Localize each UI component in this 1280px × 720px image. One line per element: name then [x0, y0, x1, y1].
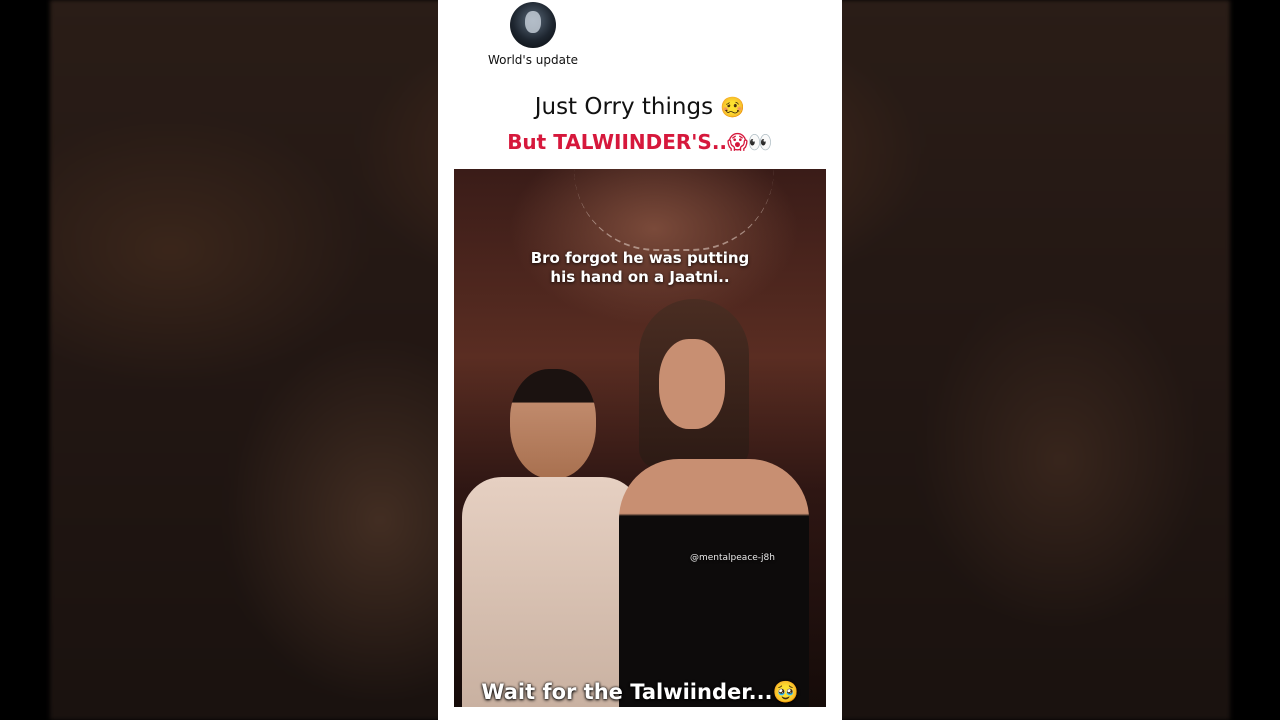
chandelier-decoration	[574, 169, 774, 251]
video-watermark: @mentalpeace-j8h	[690, 553, 775, 563]
channel-header[interactable]: World's update	[488, 2, 578, 67]
video-caption-top: Bro forgot he was putting his hand on a …	[454, 249, 826, 287]
avatar-face-shape	[525, 11, 541, 33]
man-head	[510, 369, 596, 479]
man-figure	[462, 369, 642, 707]
subheadline-text: But TALWIINDER'S..	[507, 130, 728, 154]
video-frame[interactable]: Bro forgot he was putting his hand on a …	[454, 169, 826, 707]
short-video-panel[interactable]: World's update Just Orry things 🥴 But TA…	[438, 0, 842, 720]
post-headline: Just Orry things 🥴	[438, 94, 842, 120]
post-subheadline: But TALWIINDER'S..😱👀	[438, 130, 842, 154]
woman-dress	[619, 459, 809, 707]
caption-top-line-2: his hand on a Jaatni..	[550, 268, 730, 286]
headline-text: Just Orry things	[534, 94, 714, 120]
man-shirt	[462, 477, 642, 707]
caption-top-line-1: Bro forgot he was putting	[530, 249, 750, 267]
pleading-face-emoji-icon: 🥹	[772, 680, 799, 704]
channel-name[interactable]: World's update	[488, 53, 578, 67]
woman-face	[659, 339, 725, 429]
video-caption-bottom: Wait for the Talwiinder...🥹	[454, 680, 826, 705]
woman-figure	[619, 299, 819, 707]
caption-bottom-text: Wait for the Talwiinder...	[481, 680, 773, 704]
channel-avatar-icon[interactable]	[510, 2, 556, 48]
woozy-face-emoji-icon: 🥴	[720, 95, 746, 119]
scream-eyes-emoji-icon: 😱👀	[727, 130, 773, 154]
